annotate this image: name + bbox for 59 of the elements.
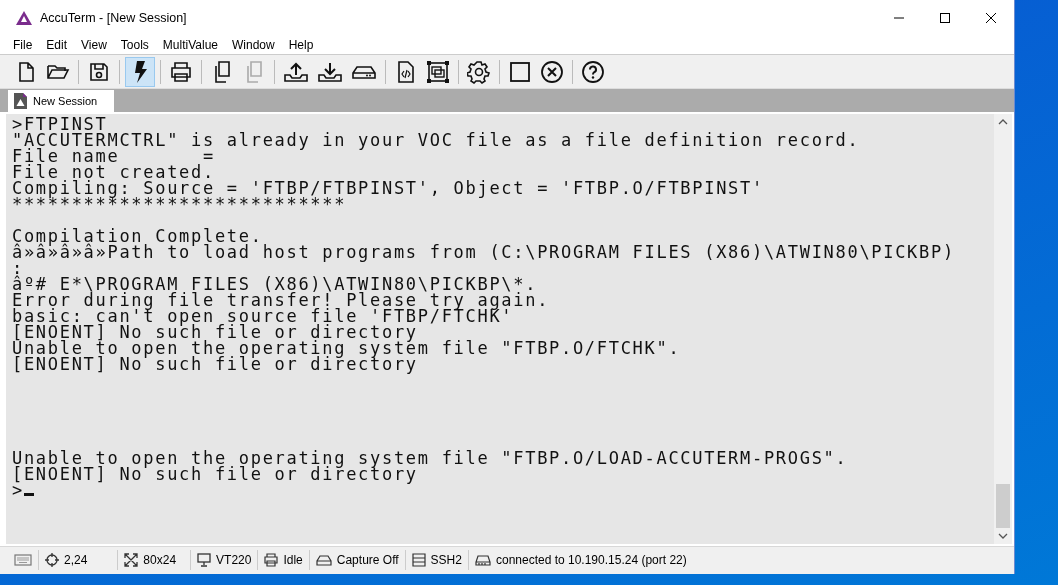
terminal-line: Compiling: Source = 'FTBP/FTBPINST', Object = 'FTBP.O/FTBPINST' [12, 180, 764, 196]
terminal-line: "ACCUTERMCTRL" is already in your VOC file as a file definition record. [12, 132, 860, 148]
download-icon [317, 60, 343, 83]
help-icon [581, 59, 605, 84]
status-text: connected to 10.190.15.24 (port 22) [495, 553, 687, 567]
terminal-line: Unable to open the operating system file "FTBP.O/FTCHK". [12, 340, 681, 356]
status-text: 2,24 [64, 553, 88, 567]
terminal-line: Error during file transfer! Please try again. [12, 292, 550, 308]
network-icon [474, 553, 491, 567]
resize-icon [124, 553, 139, 567]
menu-item[interactable]: View [74, 38, 114, 52]
save-icon [88, 60, 110, 83]
status-text: 80x24 [143, 553, 177, 567]
terminal-line: [ENOENT] No such file or directory [12, 324, 418, 340]
server-icon [411, 553, 426, 567]
terminal-line: Unable to open the operating system file "FTBP.O/LOAD-ACCUTERM-PROGS". [12, 450, 848, 466]
terminal-screen[interactable] [6, 114, 994, 544]
scrollbar[interactable] [994, 114, 1012, 544]
upload-icon [283, 60, 309, 83]
menu-item[interactable]: Edit [39, 38, 75, 52]
status-text: Capture Off [336, 553, 399, 567]
document-icon [14, 93, 27, 109]
terminal-line: File name = [12, 148, 215, 164]
close-icon [540, 59, 564, 84]
screen-capture-icon [426, 59, 450, 84]
status-text: SSH2 [430, 553, 462, 567]
terminal-line: >FTPINST [12, 116, 108, 132]
terminal-line: **************************** [12, 196, 347, 212]
toolbar-button[interactable] [125, 56, 155, 87]
keyboard-icon [14, 554, 32, 566]
window-title: AccuTerm - [New Session] [40, 11, 187, 25]
printer-icon [169, 60, 193, 83]
status-text: Idle [283, 553, 303, 567]
code-file-icon [395, 59, 417, 84]
terminal-line: âº# E*\PROGRAM FILES (X86)\ATWIN80\PICKBP\*. [12, 276, 538, 292]
monitor-icon [197, 553, 212, 567]
scroll-up-icon[interactable] [998, 118, 1008, 126]
session-tab[interactable]: New Session [8, 90, 114, 112]
terminal-prompt: > [12, 482, 24, 498]
status-text: VT220 [216, 553, 252, 567]
menu-item[interactable]: MultiValue [155, 38, 225, 52]
crosshair-icon [45, 553, 59, 567]
scroll-thumb[interactable] [996, 484, 1010, 528]
menu-item[interactable]: Help [281, 38, 321, 52]
menu-item[interactable]: File [6, 38, 40, 52]
app-logo-icon [16, 11, 32, 25]
close-icon [985, 12, 997, 24]
terminal-line: basic: can't open source file 'FTBP/FTCHK' [12, 308, 514, 324]
square-icon [509, 60, 531, 83]
terminal-line: File not created. [12, 164, 215, 180]
settings-icon [467, 59, 491, 84]
terminal-line: Compilation Complete. [12, 228, 263, 244]
drive-icon [315, 554, 332, 566]
menu-item[interactable]: Window [225, 38, 282, 52]
maximize-icon [939, 12, 951, 24]
printer-icon [264, 553, 279, 567]
scroll-down-icon[interactable] [998, 532, 1008, 540]
menu-item[interactable]: Tools [113, 38, 156, 52]
terminal-line: : [12, 260, 24, 276]
